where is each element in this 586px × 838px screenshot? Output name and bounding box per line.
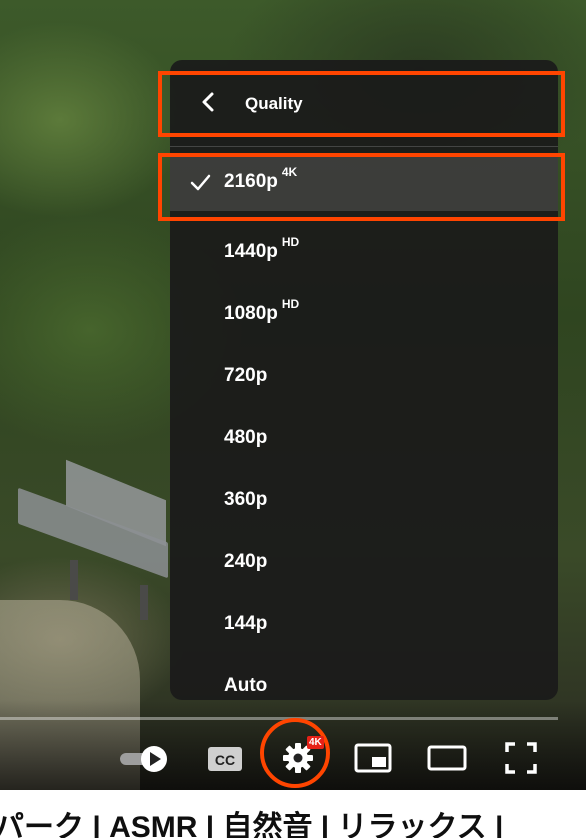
quality-option-1440p[interactable]: 1440p HD xyxy=(170,225,558,281)
quality-option-480p[interactable]: 480p xyxy=(170,411,558,467)
settings-quality-badge: 4K xyxy=(307,736,324,749)
quality-badge: HD xyxy=(281,235,300,249)
highlight-box-selected-quality xyxy=(158,153,565,221)
video-title-bar: パーク | ASMR | 自然音 | リラックス | xyxy=(0,790,586,838)
highlight-circle-settings xyxy=(260,718,330,788)
quality-option-label: 720p xyxy=(224,365,268,386)
quality-option-144p[interactable]: 144p xyxy=(170,597,558,653)
quality-option-720p[interactable]: 720p xyxy=(170,349,558,405)
quality-option-1080p[interactable]: 1080p HD xyxy=(170,287,558,343)
theater-mode-icon[interactable] xyxy=(426,744,468,772)
captions-button[interactable]: CC xyxy=(206,743,244,775)
fullscreen-icon[interactable] xyxy=(503,740,539,776)
miniplayer-icon[interactable] xyxy=(353,742,393,774)
quality-option-auto[interactable]: Auto xyxy=(170,659,558,700)
quality-badge: HD xyxy=(281,297,300,311)
captions-label: CC xyxy=(215,752,235,768)
quality-option-360p[interactable]: 360p xyxy=(170,473,558,529)
quality-option-label: 360p xyxy=(224,489,268,510)
quality-option-label: 1080p HD xyxy=(224,297,300,324)
highlight-box-header xyxy=(158,71,565,137)
quality-option-label: 240p xyxy=(224,551,268,572)
bench-leg xyxy=(70,560,78,600)
autoplay-toggle-icon[interactable] xyxy=(118,744,172,774)
bench-leg xyxy=(140,585,148,620)
quality-option-label: 1440p HD xyxy=(224,235,300,262)
video-title[interactable]: パーク | ASMR | 自然音 | リラックス | xyxy=(0,802,503,838)
quality-option-label: 480p xyxy=(224,427,268,448)
quality-option-label: 144p xyxy=(224,613,268,634)
quality-option-label: Auto xyxy=(224,675,268,696)
quality-option-240p[interactable]: 240p xyxy=(170,535,558,591)
